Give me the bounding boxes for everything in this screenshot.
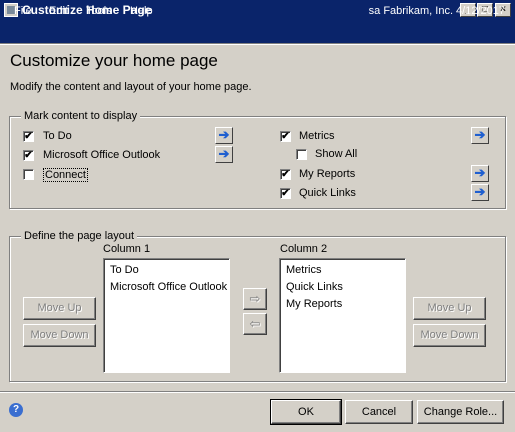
list-item[interactable]: Microsoft Office Outlook xyxy=(110,281,227,293)
list-item[interactable]: Quick Links xyxy=(286,281,343,293)
move-up-button-right[interactable]: Move Up xyxy=(413,297,486,320)
metrics-label[interactable]: Metrics xyxy=(299,130,334,142)
quick-links-label[interactable]: Quick Links xyxy=(299,187,356,199)
move-right-button[interactable]: ⇨ xyxy=(243,288,267,310)
outlook-checkbox[interactable]: ✔ xyxy=(23,150,34,161)
my-reports-arrow-button[interactable]: ➔ xyxy=(471,165,489,182)
page-title: Customize your home page xyxy=(10,51,218,70)
help-icon[interactable]: ? xyxy=(9,403,23,417)
change-role-button[interactable]: Change Role... xyxy=(417,400,504,424)
show-all-checkbox[interactable] xyxy=(296,149,307,160)
move-down-button-left[interactable]: Move Down xyxy=(23,324,96,347)
move-left-button[interactable]: ⇦ xyxy=(243,313,267,335)
metrics-checkbox[interactable]: ✔ xyxy=(280,131,291,142)
show-all-label[interactable]: Show All xyxy=(315,148,357,160)
my-reports-label[interactable]: My Reports xyxy=(299,168,355,180)
page-subtitle: Modify the content and layout of your ho… xyxy=(10,81,252,93)
column-1-list[interactable]: To Do Microsoft Office Outlook xyxy=(103,258,230,373)
menu-file[interactable]: File xyxy=(14,5,32,17)
outlook-arrow-button[interactable]: ➔ xyxy=(215,146,233,163)
ok-button[interactable]: OK xyxy=(270,399,342,425)
outlook-label[interactable]: Microsoft Office Outlook xyxy=(43,149,160,161)
menu-help[interactable]: Help xyxy=(130,5,153,17)
list-item[interactable]: To Do xyxy=(110,264,139,276)
list-item[interactable]: Metrics xyxy=(286,264,321,276)
content-group-legend: Mark content to display xyxy=(21,110,141,122)
quick-links-checkbox[interactable]: ✔ xyxy=(280,188,291,199)
my-reports-checkbox[interactable]: ✔ xyxy=(280,169,291,180)
todo-checkbox[interactable]: ✔ xyxy=(23,131,34,142)
connect-label[interactable]: Connect xyxy=(43,168,88,182)
column-2-list[interactable]: Metrics Quick Links My Reports xyxy=(279,258,406,373)
move-down-button-right[interactable]: Move Down xyxy=(413,324,486,347)
user-company-date: sa Fabrikam, Inc. 4/12/2017 xyxy=(368,5,505,17)
menu-separator xyxy=(0,43,515,45)
column-1-label: Column 1 xyxy=(103,243,151,255)
column-2-label: Column 2 xyxy=(280,243,328,255)
todo-arrow-button[interactable]: ➔ xyxy=(215,127,233,144)
todo-label[interactable]: To Do xyxy=(43,130,72,142)
menu-tools[interactable]: Tools xyxy=(86,5,112,17)
footer-separator xyxy=(0,391,515,393)
content-group xyxy=(9,116,506,209)
connect-checkbox[interactable] xyxy=(23,169,34,180)
list-item[interactable]: My Reports xyxy=(286,298,342,310)
quick-links-arrow-button[interactable]: ➔ xyxy=(471,184,489,201)
menu-edit[interactable]: Edit xyxy=(49,5,68,17)
menu-bar xyxy=(0,21,515,43)
cancel-button[interactable]: Cancel xyxy=(345,400,413,424)
metrics-arrow-button[interactable]: ➔ xyxy=(471,127,489,144)
move-up-button-left[interactable]: Move Up xyxy=(23,297,96,320)
layout-group-legend: Define the page layout xyxy=(21,230,138,242)
